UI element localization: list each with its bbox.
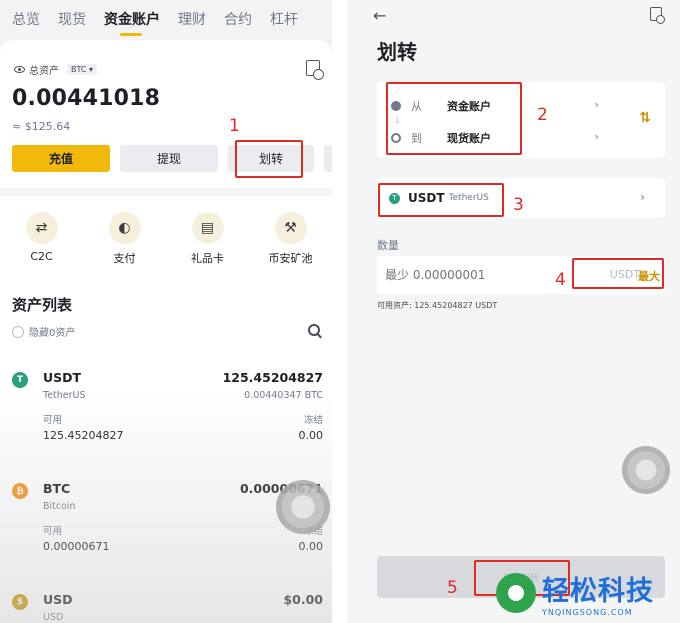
asset-list: 资产列表 隐藏0资产 T USDT TetherUS 125.45204827 … (0, 282, 332, 623)
shortcut-pay[interactable]: ◐ 支付 (90, 212, 160, 282)
tab-spot[interactable]: 现货 (58, 0, 86, 40)
tab-futures[interactable]: 合约 (224, 0, 252, 40)
annotation-box-3 (378, 183, 504, 217)
shortcut-label: 支付 (113, 252, 136, 265)
asset-symbol: BTC (43, 481, 71, 496)
annotation-number-1: 1 (229, 116, 240, 136)
annotation-number-5: 5 (447, 578, 458, 598)
floating-assistive-ball[interactable] (276, 480, 330, 534)
annotation-box-2 (386, 82, 522, 155)
annotation-number-2: 2 (537, 105, 548, 125)
asset-name: USD (43, 612, 64, 623)
watermark: 轻松科技 YNQINGSONG.COM (490, 563, 680, 623)
withdraw-button[interactable]: 提现 (120, 145, 218, 172)
quantity-label: 数量 (377, 239, 399, 252)
shortcut-label: 币安矿池 (268, 252, 313, 265)
coin-selector[interactable]: BTC ▾ (67, 64, 98, 75)
asset-name: Bitcoin (43, 501, 76, 512)
annotation-box-1 (235, 140, 303, 178)
frozen-value: 0.00 (298, 429, 324, 442)
search-icon[interactable] (308, 324, 320, 336)
fiat-value: ≈ $125.64 (12, 120, 71, 133)
balance-value: 0.00441018 (12, 86, 161, 111)
shortcut-label: 礼品卡 (191, 252, 224, 265)
asset-symbol: USDT (43, 370, 82, 385)
deposit-button[interactable]: 充值 (12, 145, 110, 172)
mining-pool-icon: ⚒ (274, 212, 307, 244)
divider (0, 188, 332, 196)
asset-total: 125.45204827 (222, 370, 323, 385)
watermark-logo-icon (496, 573, 536, 613)
available-assets-text: 可用资产: 125.45204827 USDT (377, 301, 498, 310)
asset-list-title: 资产列表 (12, 296, 73, 314)
c2c-icon: ⇄ (25, 212, 58, 244)
hide-zero-label: 隐藏0资产 (29, 328, 76, 339)
total-assets-label: 总资产 (29, 66, 59, 77)
total-assets-row: 总资产 BTC ▾ (14, 62, 98, 77)
tab-margin[interactable]: 杠杆 (270, 0, 298, 40)
coin-selector-label: BTC (71, 65, 87, 74)
more-button[interactable] (324, 145, 332, 172)
available-label: 可用 (43, 526, 63, 537)
tab-earn[interactable]: 理财 (178, 0, 206, 40)
available-label: 可用 (43, 415, 63, 426)
eye-icon[interactable] (14, 66, 25, 73)
history-icon[interactable] (650, 7, 665, 24)
watermark-cn: 轻松科技 (542, 576, 654, 607)
radio-icon (12, 325, 24, 338)
asset-name: TetherUS (43, 390, 86, 401)
shortcut-label: C2C (30, 250, 53, 263)
tab-overview[interactable]: 总览 (12, 0, 40, 40)
hide-zero-toggle[interactable]: 隐藏0资产 (12, 324, 75, 339)
asset-symbol: USD (43, 592, 73, 607)
back-arrow-icon[interactable]: ← (373, 6, 386, 25)
history-icon[interactable] (306, 60, 324, 80)
shortcut-mining-pool[interactable]: ⚒ 币安矿池 (256, 212, 326, 282)
available-value: 125.45204827 (43, 429, 124, 442)
usdt-icon: T (12, 372, 28, 388)
chevron-right-icon: › (594, 98, 599, 111)
gift-card-icon: ▤ (191, 212, 224, 244)
chevron-right-icon: › (594, 130, 599, 143)
shortcut-gift-card[interactable]: ▤ 礼品卡 (173, 212, 243, 282)
frozen-value: 0.00 (298, 540, 324, 553)
asset-btc-value: 0.00440347 BTC (244, 390, 323, 401)
swap-icon[interactable]: ⇅ (639, 110, 651, 126)
watermark-text: 轻松科技 YNQINGSONG.COM (542, 569, 654, 617)
frozen-label: 冻结 (303, 415, 323, 426)
shortcut-grid: ⇄ C2C ◐ 支付 ▤ 礼品卡 ⚒ 币安矿池 (0, 196, 332, 282)
usd-icon: $ (12, 594, 28, 610)
watermark-en: YNQINGSONG.COM (542, 608, 633, 617)
chevron-right-icon: › (640, 190, 645, 204)
page-title: 划转 (377, 40, 417, 64)
top-tabs: 总览 现货 资金账户 理财 合约 杠杆 (0, 0, 332, 40)
available-value: 0.00000671 (43, 540, 110, 553)
shortcut-c2c[interactable]: ⇄ C2C (7, 212, 77, 282)
transfer-screen: ← 划转 从 资金账户 › ↓ 到 现货账户 › ⇅ T USDT Tether… (347, 0, 680, 623)
annotation-number-4: 4 (555, 270, 566, 290)
btc-icon: ₿ (12, 483, 28, 499)
tab-funding[interactable]: 资金账户 (104, 0, 160, 40)
screenshot-root: 总览 现货 资金账户 理财 合约 杠杆 总资产 BTC ▾ 0.00441018… (0, 0, 680, 623)
floating-assistive-ball[interactable] (622, 446, 670, 494)
annotation-number-3: 3 (513, 195, 524, 215)
funding-account-screen: 总览 现货 资金账户 理财 合约 杠杆 总资产 BTC ▾ 0.00441018… (0, 0, 332, 623)
asset-total: $0.00 (283, 592, 323, 607)
pay-icon: ◐ (108, 212, 141, 244)
annotation-box-4 (572, 258, 664, 289)
